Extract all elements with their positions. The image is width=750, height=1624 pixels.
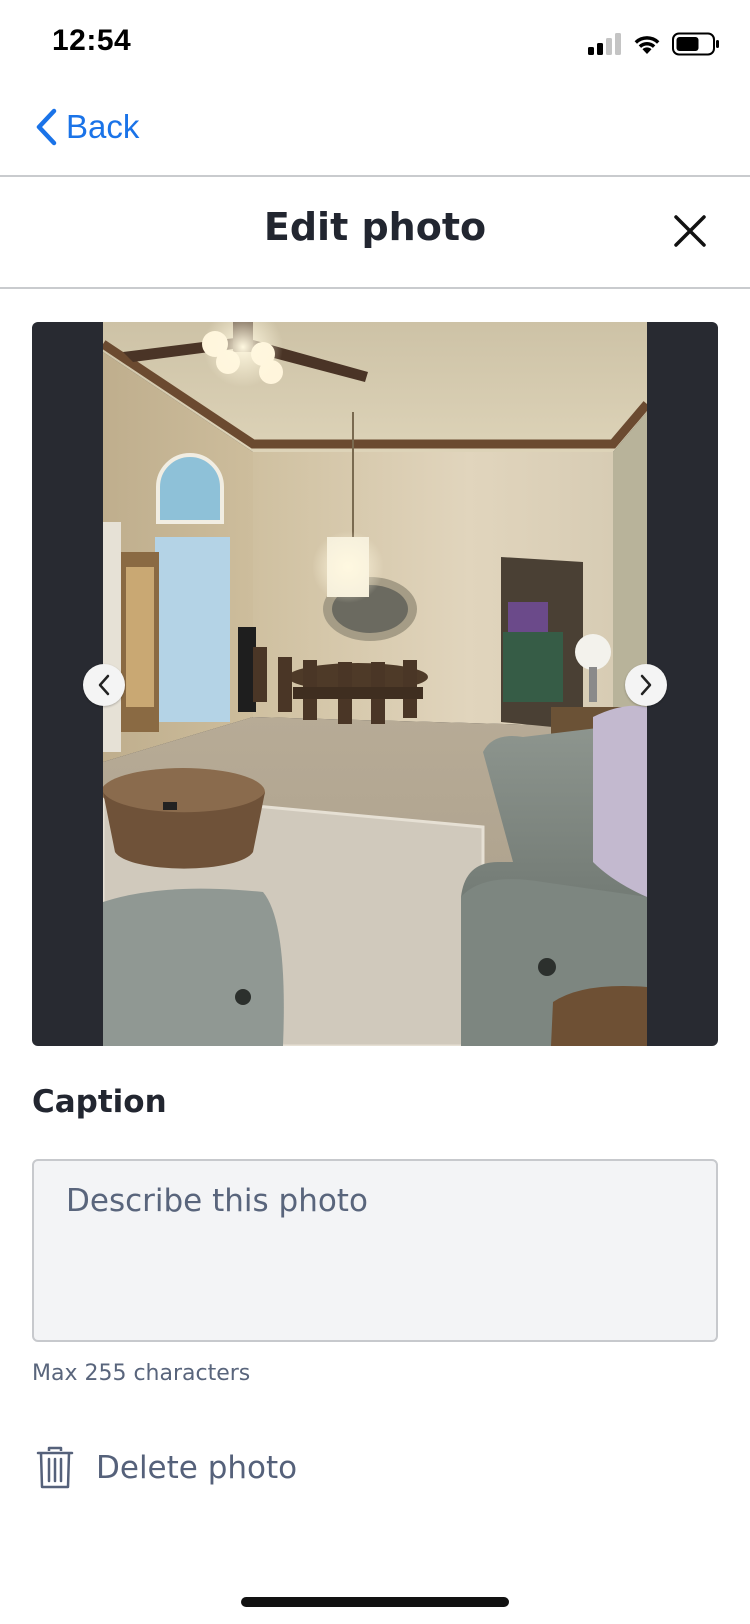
chevron-left-icon <box>36 108 57 146</box>
home-indicator[interactable] <box>241 1597 509 1607</box>
back-button[interactable]: Back <box>34 108 139 146</box>
previous-photo-button[interactable] <box>83 664 125 706</box>
page-header: Edit photo <box>0 177 750 289</box>
status-bar: 12:54 <box>0 0 750 88</box>
caption-input[interactable] <box>32 1159 718 1342</box>
trash-icon <box>36 1446 74 1489</box>
close-button[interactable] <box>670 211 710 251</box>
status-icons <box>588 32 720 56</box>
nav-bar: Back <box>0 88 750 177</box>
delete-photo-label: Delete photo <box>96 1450 298 1486</box>
cellular-signal-icon <box>588 33 621 55</box>
status-time: 12:54 <box>52 24 132 57</box>
photo-viewer <box>32 322 718 1046</box>
battery-icon <box>672 32 719 56</box>
page-title: Edit photo <box>263 205 487 249</box>
wifi-icon <box>634 36 660 54</box>
photo-image <box>103 322 647 1046</box>
chevron-left-icon <box>98 674 110 696</box>
close-icon <box>674 215 706 247</box>
next-photo-button[interactable] <box>625 664 667 706</box>
caption-label: Caption <box>32 1084 167 1120</box>
caption-hint: Max 255 characters <box>32 1361 251 1386</box>
photo <box>103 322 647 1046</box>
back-label: Back <box>66 108 140 145</box>
chevron-right-icon <box>640 674 652 696</box>
delete-photo-button[interactable]: Delete photo <box>36 1446 297 1490</box>
